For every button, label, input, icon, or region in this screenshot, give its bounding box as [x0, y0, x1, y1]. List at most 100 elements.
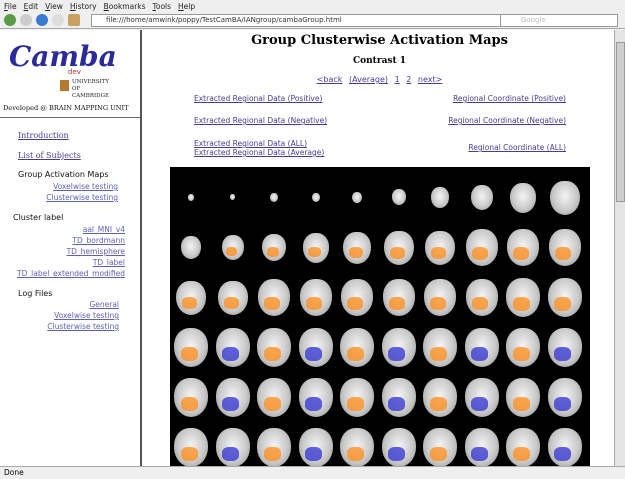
- activation-blob: [307, 247, 321, 258]
- url-input[interactable]: file:///home/amwink/poppy/TestCamBA/IANg…: [91, 14, 516, 27]
- cluster-heading: Cluster label: [13, 213, 64, 222]
- vertical-scrollbar[interactable]: [614, 30, 625, 466]
- introduction-link[interactable]: Introduction: [18, 131, 69, 140]
- status-bar: Done: [0, 466, 625, 479]
- brain-slice: [431, 187, 449, 208]
- pager-next[interactable]: next>: [418, 75, 442, 84]
- subjects-link[interactable]: List of Subjects: [18, 151, 81, 160]
- activation-blob: [471, 247, 488, 260]
- pager-average[interactable]: (Average): [349, 75, 388, 84]
- activation-blob: [305, 347, 323, 361]
- brain-slice: [510, 182, 536, 213]
- log-clusterwise-link[interactable]: Clusterwise testing: [47, 322, 119, 331]
- search-input[interactable]: Google: [500, 14, 618, 27]
- brain-slice: [549, 180, 580, 215]
- menu-help[interactable]: Help: [178, 2, 195, 11]
- activation-blob: [346, 447, 364, 461]
- activation-blob: [222, 397, 240, 411]
- activation-blob: [429, 447, 447, 461]
- cluster-bordmann-link[interactable]: TD_bordmann: [72, 236, 125, 245]
- pager-back[interactable]: <back: [317, 75, 343, 84]
- cluster-label-extended-link[interactable]: TD_label_extended_modified: [17, 269, 125, 278]
- coordinate-positive-link[interactable]: Regional Coordinate (Positive): [453, 94, 566, 103]
- activation-blob: [431, 247, 446, 259]
- activation-blob: [180, 347, 198, 361]
- group-heading: Group Activation Maps: [18, 170, 109, 179]
- activation-blob: [263, 347, 281, 361]
- activation-blob: [429, 397, 447, 411]
- extracted-negative-link[interactable]: Extracted Regional Data (Negative): [194, 116, 327, 125]
- scrollbar-thumb[interactable]: [616, 42, 625, 202]
- group-clusterwise-link[interactable]: Clusterwise testing: [46, 193, 118, 202]
- activation-blob: [512, 397, 530, 411]
- activation-blob: [180, 397, 198, 411]
- menu-bookmarks[interactable]: Bookmarks: [104, 2, 146, 11]
- activation-blob: [182, 297, 197, 309]
- extracted-positive-link[interactable]: Extracted Regional Data (Positive): [194, 94, 322, 103]
- sidebar: Camba dev UNIVERSITY OF CAMBRIDGE Develo…: [0, 30, 142, 466]
- main-content: Group Clusterwise Activation Maps Contra…: [142, 30, 617, 468]
- page-title: Group Clusterwise Activation Maps: [251, 33, 508, 48]
- home-icon[interactable]: [68, 14, 80, 26]
- brain-slice: [270, 192, 278, 202]
- activation-blob: [471, 397, 489, 411]
- brain-slice: [230, 194, 235, 200]
- menu-file[interactable]: File: [4, 2, 17, 11]
- menu-tools[interactable]: Tools: [153, 2, 171, 11]
- forward-icon[interactable]: [20, 14, 32, 26]
- brain-slice: [352, 191, 362, 203]
- activation-blob: [346, 397, 364, 411]
- group-voxelwise-link[interactable]: Voxelwise testing: [53, 182, 118, 191]
- activation-blob: [180, 447, 198, 461]
- pager-page-2[interactable]: 2: [406, 75, 411, 84]
- cluster-aal-link[interactable]: aal_MNI_v4: [83, 225, 125, 234]
- menu-edit[interactable]: Edit: [24, 2, 39, 11]
- reload-icon[interactable]: [36, 14, 48, 26]
- activation-blob: [263, 447, 281, 461]
- activation-blob: [264, 297, 281, 310]
- activation-blob: [471, 297, 488, 310]
- activation-blob: [388, 297, 405, 310]
- activation-blob: [222, 447, 240, 461]
- logo-sub: dev: [68, 68, 81, 76]
- back-icon[interactable]: [4, 14, 16, 26]
- brain-slice: [311, 192, 320, 202]
- pager: <back (Average) 1 2 next>: [142, 75, 617, 84]
- menu-history[interactable]: History: [70, 2, 97, 11]
- activation-blob: [263, 397, 281, 411]
- activation-blob: [305, 397, 323, 411]
- activation-blob: [388, 447, 406, 461]
- activation-blob: [554, 247, 571, 260]
- extracted-average-link[interactable]: Extracted Regional Data (Average): [194, 148, 324, 157]
- menu-view[interactable]: View: [45, 2, 63, 11]
- activation-map-image: [170, 167, 590, 468]
- activation-blob: [346, 347, 364, 361]
- log-general-link[interactable]: General: [89, 300, 119, 309]
- activation-blob: [348, 247, 363, 259]
- activation-blob: [388, 347, 406, 361]
- activation-blob: [223, 297, 239, 309]
- cluster-label-link[interactable]: TD_label: [93, 258, 125, 267]
- activation-blob: [512, 297, 530, 311]
- extracted-all-link[interactable]: Extracted Regional Data (ALL): [194, 139, 307, 148]
- stop-icon[interactable]: [52, 14, 64, 26]
- pager-page-1[interactable]: 1: [395, 75, 400, 84]
- coordinate-all-link[interactable]: Regional Coordinate (ALL): [468, 143, 566, 152]
- brain-slice: [470, 184, 493, 211]
- activation-blob: [471, 447, 489, 461]
- activation-blob: [388, 397, 406, 411]
- camba-logo: Camba: [9, 40, 117, 73]
- activation-blob: [222, 347, 240, 361]
- cluster-hemisphere-link[interactable]: TD_hemisphere: [67, 247, 125, 256]
- developed-label: Developed @ BRAIN MAPPING UNIT: [3, 104, 129, 112]
- cambridge-logo: UNIVERSITY OF CAMBRIDGE: [60, 79, 110, 100]
- activation-blob: [305, 297, 322, 310]
- coordinate-negative-link[interactable]: Regional Coordinate (Negative): [448, 116, 566, 125]
- menu-bar: File Edit View History Bookmarks Tools H…: [0, 0, 625, 12]
- activation-blob: [554, 397, 572, 411]
- log-heading: Log Files: [18, 289, 53, 298]
- logo: Camba dev UNIVERSITY OF CAMBRIDGE Develo…: [0, 30, 140, 118]
- log-voxelwise-link[interactable]: Voxelwise testing: [54, 311, 119, 320]
- activation-blob: [347, 297, 364, 310]
- activation-blob: [389, 247, 405, 259]
